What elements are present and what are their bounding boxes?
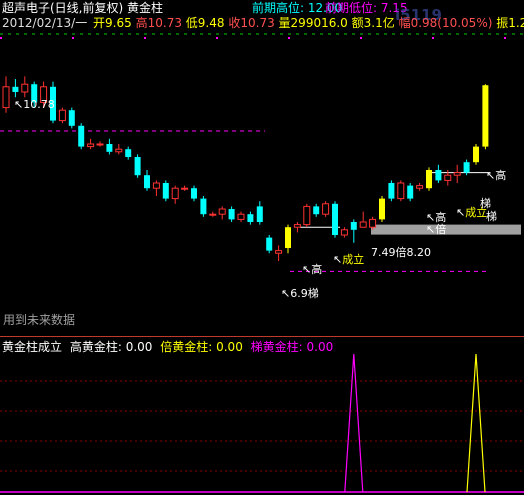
candle-body — [106, 144, 113, 152]
quote-change: 幅0.98(10.05%) — [398, 16, 493, 30]
candle-body — [237, 213, 245, 220]
candle-body — [407, 185, 414, 199]
indicator-chart[interactable] — [0, 337, 524, 495]
candle-body — [218, 208, 226, 215]
candle-body — [332, 203, 338, 235]
candle-body — [275, 250, 283, 254]
candle-body — [68, 110, 75, 126]
candle-body — [303, 205, 311, 226]
gao-annotation-1: ↖高 — [302, 263, 323, 276]
bei-value-text: 7.49倍8.20 — [371, 246, 431, 259]
candle-body — [379, 198, 385, 220]
candle-body — [416, 185, 424, 189]
candle-body — [266, 237, 273, 251]
candle-body — [21, 83, 29, 93]
candle-body — [181, 187, 189, 190]
candle-body — [388, 183, 395, 199]
candle-body — [322, 203, 330, 215]
price-chart[interactable] — [0, 0, 524, 336]
candle-body — [463, 162, 470, 173]
future-data-note: 用到未来数据 — [3, 313, 76, 327]
candle-body — [350, 222, 357, 230]
candle-body — [78, 125, 85, 147]
low-price-value: 6.9 — [290, 287, 308, 300]
chengli-tag-1: 成立 — [342, 253, 365, 266]
candle-body — [96, 143, 104, 146]
bei-tag: 倍 — [435, 223, 447, 236]
candle-body — [444, 174, 452, 181]
gao-tag-1: 高 — [311, 263, 323, 276]
high-price-annotation: ↖10.78 — [14, 98, 55, 111]
candle-body — [87, 143, 95, 148]
candle-body — [12, 86, 19, 92]
candle-body — [482, 85, 489, 147]
candle-body — [58, 109, 66, 122]
candle-body — [369, 218, 377, 228]
price-panel[interactable]: 超声电子(日线,前复权) 黄金柱 前期高位: 12.00 前期低位: 7.15 … — [0, 0, 524, 336]
candle-body — [144, 175, 150, 189]
candle-body — [162, 183, 169, 199]
quote-open: 开9.65 — [93, 16, 132, 30]
gao-indicator-value: 高黄金柱: 0.00 — [69, 340, 153, 354]
low-price-annotation: ↖6.9梯 — [281, 287, 319, 300]
candle-body — [200, 198, 207, 215]
gao-annotation-3: ↖高 — [486, 169, 507, 182]
ti-tag-2: 梯 — [480, 197, 491, 210]
quote-high: 高10.73 — [135, 16, 182, 30]
quote-close: 收10.73 — [228, 16, 275, 30]
candle-body — [171, 187, 179, 200]
candle-body — [115, 148, 123, 153]
stock-chart-window: 超声电子(日线,前复权) 黄金柱 前期高位: 12.00 前期低位: 7.15 … — [0, 0, 524, 494]
candle-body — [453, 172, 461, 176]
candle-body — [228, 209, 235, 220]
bei-annotation: ↖倍 — [426, 223, 447, 236]
candle-body — [152, 182, 160, 189]
candle-body — [293, 224, 301, 228]
ti-annotation-3: 梯 — [486, 211, 497, 223]
candle-body — [191, 188, 197, 199]
bei-value-annotation: 7.49倍8.20 — [371, 247, 431, 259]
ti-annotation-2: 梯 — [480, 198, 491, 210]
candle-body — [435, 170, 442, 181]
candle-body — [359, 221, 367, 228]
candle-body — [313, 206, 320, 215]
quote-amplitude: 振1.25 — [496, 16, 524, 30]
candle-body — [134, 157, 141, 176]
candle-body — [247, 214, 254, 222]
chengli-annotation-1: ↖成立 — [333, 253, 365, 266]
ti-indicator-value: 梯黄金柱: 0.00 — [250, 340, 334, 354]
candle-body — [397, 182, 405, 200]
candle-body — [340, 229, 348, 236]
quote-low: 低9.48 — [185, 16, 225, 30]
low-ti-tag: 梯 — [307, 287, 319, 300]
candle-body — [285, 227, 291, 248]
indicator-legend: 黄金柱成立 高黄金柱: 0.00 倍黄金柱: 0.00 梯黄金柱: 0.00 — [2, 340, 333, 354]
chart-title: 超声电子(日线,前复权) 黄金柱 — [2, 1, 163, 15]
candle-body — [473, 146, 479, 163]
high-price-value: 10.78 — [23, 98, 55, 111]
quote-amount: 额3.1亿 — [351, 16, 395, 30]
gao-tag-3: 高 — [495, 169, 507, 182]
candle-body — [209, 213, 217, 216]
quote-bar: 2012/02/13/一 开9.65 高10.73 低9.48 收10.73 量… — [2, 16, 524, 30]
quote-date: 2012/02/13/一 — [2, 16, 88, 30]
candle-body — [256, 206, 263, 222]
indicator-panel[interactable]: 黄金柱成立 高黄金柱: 0.00 倍黄金柱: 0.00 梯黄金柱: 0.00 — [0, 336, 524, 495]
candle-body — [426, 170, 432, 189]
candle-body — [125, 149, 132, 157]
bei-indicator-value: 倍黄金柱: 0.00 — [160, 340, 243, 354]
indicator-label: 黄金柱成立 — [2, 340, 63, 354]
ti-tag-3: 梯 — [486, 210, 497, 223]
quote-volume: 量299016.0 — [278, 16, 348, 30]
candle-body — [2, 86, 10, 109]
